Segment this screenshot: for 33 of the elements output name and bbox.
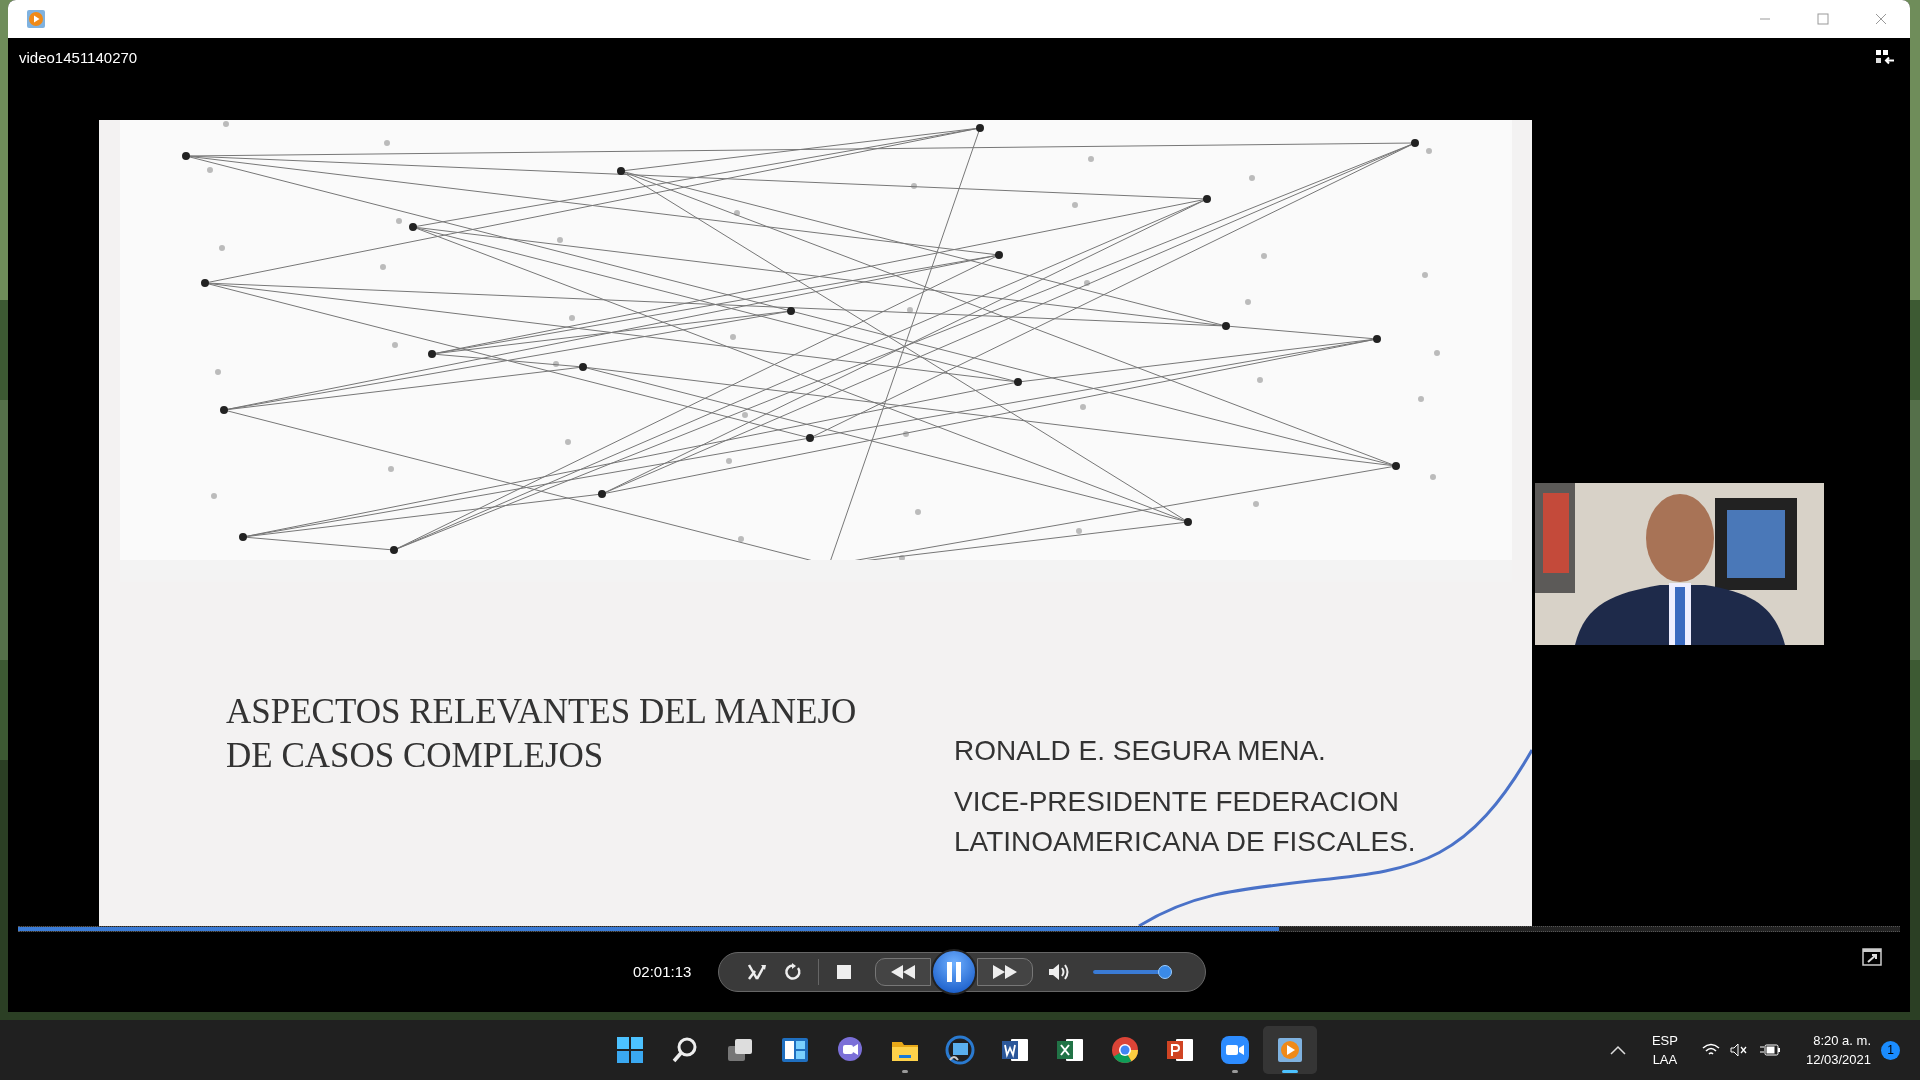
fast-forward-button[interactable]	[977, 958, 1033, 986]
taskbar-button[interactable]	[1263, 1026, 1317, 1074]
presenter-name: RONALD E. SEGURA MENA.	[954, 734, 1326, 768]
switch-view-icon[interactable]	[1876, 50, 1894, 66]
chevron-up-icon[interactable]	[1609, 1045, 1626, 1055]
slide-title: ASPECTOS RELEVANTES DEL MANEJO DE CASOS COMPLEJOS	[226, 691, 858, 777]
rewind-icon	[891, 965, 915, 979]
pause-button[interactable]	[931, 949, 977, 995]
start-icon	[614, 1034, 646, 1066]
battery-icon[interactable]	[1759, 1043, 1780, 1057]
pause-icon	[946, 962, 962, 982]
fast-forward-icon	[993, 965, 1017, 979]
notification-badge[interactable]: 1	[1881, 1040, 1900, 1060]
video-title: video1451140270	[19, 47, 138, 68]
volume-icon[interactable]	[1049, 963, 1071, 981]
repeat-icon[interactable]	[784, 963, 802, 981]
close-icon	[1875, 13, 1887, 25]
media-player-icon	[26, 9, 46, 29]
cast-icon	[944, 1034, 976, 1066]
presenter-role: VICE-PRESIDENTE FEDERACION LATINOAMERICANA DE FISCALES.	[954, 785, 1417, 859]
volume-thumb[interactable]	[1158, 965, 1173, 979]
elapsed-time: 02:01:13	[633, 961, 692, 982]
speaker-muted-icon[interactable]	[1729, 1043, 1748, 1057]
mini-player-icon[interactable]	[1862, 948, 1882, 966]
rewind-button[interactable]	[875, 958, 931, 986]
browser-icon	[1109, 1034, 1141, 1066]
seek-bar[interactable]	[18, 926, 1900, 932]
clock[interactable]: 8:20 a. m. 12/03/2021	[1805, 1031, 1871, 1069]
video-camera-icon	[1219, 1034, 1251, 1066]
wifi-icon[interactable]	[1701, 1043, 1720, 1057]
language-indicator[interactable]: ESP LAA	[1651, 1031, 1678, 1069]
maximize-icon	[1817, 13, 1829, 25]
shuffle-icon[interactable]	[747, 963, 767, 981]
